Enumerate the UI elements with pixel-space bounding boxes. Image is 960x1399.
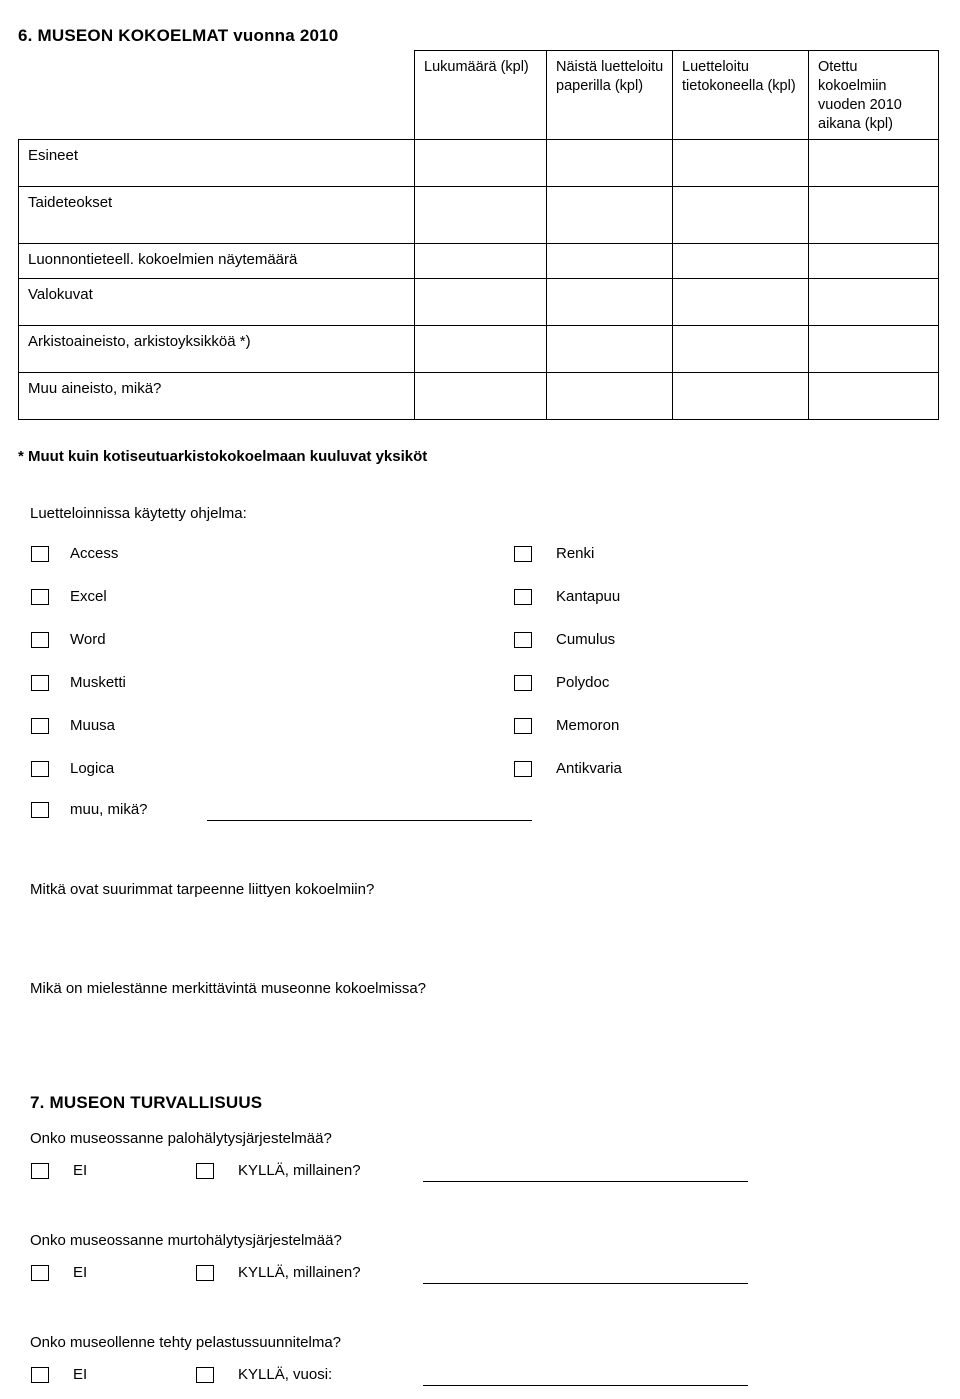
checkbox-access[interactable] — [31, 546, 49, 562]
checkbox-other-program[interactable] — [31, 802, 49, 818]
checkbox-label-logica: Logica — [70, 760, 115, 777]
row-label-arkistoaineisto: Arkistoaineisto, arkistoyksikköä *) — [18, 325, 415, 374]
checkbox-word[interactable] — [31, 632, 49, 648]
cell-taideteokset-lukumaara[interactable] — [414, 186, 547, 245]
checkbox-label-polydoc: Polydoc — [556, 674, 610, 691]
checkbox-fire-alarm-yes[interactable] — [196, 1163, 214, 1179]
rescue-plan-answer-line[interactable] — [423, 1385, 748, 1386]
cell-muu-aineisto-lukumaara[interactable] — [414, 372, 547, 421]
table-row: Esineet — [18, 139, 939, 188]
cell-muu-aineisto-tietokoneella[interactable] — [672, 372, 809, 421]
checkbox-label-word: Word — [70, 631, 106, 648]
cell-luonnontieteelliset-lukumaara[interactable] — [414, 243, 547, 280]
checkbox-polydoc[interactable] — [514, 675, 532, 691]
checkbox-label-fire-alarm-no: EI — [73, 1162, 88, 1179]
row-label-taideteokset: Taideteokset — [18, 186, 415, 245]
collections-table: Lukumäärä (kpl) Näistä luetteloitu paper… — [18, 49, 939, 421]
checkbox-label-burglar-alarm-no: EI — [73, 1264, 88, 1281]
section-6-title: 6. MUSEON KOKOELMAT vuonna 2010 — [18, 26, 339, 45]
checkbox-musketti[interactable] — [31, 675, 49, 691]
table-header-cell-tietokoneella: Luetteloitu tietokoneella (kpl) — [672, 49, 809, 141]
cell-luonnontieteelliset-tietokoneella[interactable] — [672, 243, 809, 280]
table-row: Arkistoaineisto, arkistoyksikköä *) — [18, 325, 939, 374]
question-fire-alarm: Onko museossanne palohälytysjärjestelmää… — [30, 1130, 332, 1147]
question-most-significant: Mikä on mielestänne merkittävintä museon… — [30, 980, 427, 997]
checkbox-label-excel: Excel — [70, 588, 107, 605]
cataloguing-program-question: Luetteloinnissa käytetty ohjelma: — [30, 505, 247, 522]
cell-muu-aineisto-otettu[interactable] — [808, 372, 939, 421]
table-header-cell-blank — [18, 50, 415, 141]
form-page: 6. MUSEON KOKOELMAT vuonna 2010 Lukumäär… — [0, 0, 960, 1399]
checkbox-label-cumulus: Cumulus — [556, 631, 616, 648]
row-label-esineet: Esineet — [18, 139, 415, 188]
table-row: Muu aineisto, mikä? — [18, 372, 939, 421]
checkbox-label-other-program: muu, mikä? — [70, 801, 148, 818]
cell-valokuvat-tietokoneella[interactable] — [672, 278, 809, 327]
checkbox-antikvaria[interactable] — [514, 761, 532, 777]
row-label-muu-aineisto: Muu aineisto, mikä? — [18, 372, 415, 421]
checkbox-label-memoron: Memoron — [556, 717, 620, 734]
table-row: Valokuvat — [18, 278, 939, 327]
checkbox-label-rescue-plan-yes: KYLLÄ, vuosi: — [238, 1366, 333, 1383]
row-label-luonnontieteelliset: Luonnontieteell. kokoelmien näytemäärä — [18, 243, 415, 280]
table-row: Luonnontieteell. kokoelmien näytemäärä — [18, 243, 939, 280]
cell-esineet-otettu[interactable] — [808, 139, 939, 188]
cell-muu-aineisto-paperilla[interactable] — [546, 372, 673, 421]
cell-taideteokset-otettu[interactable] — [808, 186, 939, 245]
other-program-input-line[interactable] — [207, 820, 532, 821]
checkbox-label-burglar-alarm-yes: KYLLÄ, millainen? — [238, 1264, 361, 1281]
checkbox-fire-alarm-no[interactable] — [31, 1163, 49, 1179]
checkbox-kantapuu[interactable] — [514, 589, 532, 605]
footnote-archive-units: * Muut kuin kotiseutuarkistokokoelmaan k… — [18, 448, 428, 465]
cell-arkistoaineisto-paperilla[interactable] — [546, 325, 673, 374]
checkbox-memoron[interactable] — [514, 718, 532, 734]
checkbox-label-rescue-plan-no: EI — [73, 1366, 88, 1383]
checkbox-label-kantapuu: Kantapuu — [556, 588, 621, 605]
cell-valokuvat-otettu[interactable] — [808, 278, 939, 327]
table-header-cell-paperilla: Näistä luetteloitu paperilla (kpl) — [546, 49, 673, 141]
question-burglar-alarm: Onko museossanne murtohälytysjärjestelmä… — [30, 1232, 342, 1249]
cell-valokuvat-lukumaara[interactable] — [414, 278, 547, 327]
fire-alarm-answer-line[interactable] — [423, 1181, 748, 1182]
section-7-title: 7. MUSEON TURVALLISUUS — [30, 1093, 263, 1112]
checkbox-logica[interactable] — [31, 761, 49, 777]
cell-valokuvat-paperilla[interactable] — [546, 278, 673, 327]
checkbox-excel[interactable] — [31, 589, 49, 605]
checkbox-burglar-alarm-yes[interactable] — [196, 1265, 214, 1281]
checkbox-label-fire-alarm-yes: KYLLÄ, millainen? — [238, 1162, 361, 1179]
checkbox-label-antikvaria: Antikvaria — [556, 760, 622, 777]
checkbox-label-musketti: Musketti — [70, 674, 126, 691]
burglar-alarm-answer-line[interactable] — [423, 1283, 748, 1284]
checkbox-rescue-plan-yes[interactable] — [196, 1367, 214, 1383]
table-header-cell-lukumaara: Lukumäärä (kpl) — [414, 49, 547, 141]
cell-luonnontieteelliset-otettu[interactable] — [808, 243, 939, 280]
cell-esineet-paperilla[interactable] — [546, 139, 673, 188]
cell-esineet-tietokoneella[interactable] — [672, 139, 809, 188]
checkbox-label-renki: Renki — [556, 545, 595, 562]
checkbox-muusa[interactable] — [31, 718, 49, 734]
checkbox-label-muusa: Muusa — [70, 717, 116, 734]
table-row: Taideteokset — [18, 186, 939, 245]
cell-esineet-lukumaara[interactable] — [414, 139, 547, 188]
cell-taideteokset-tietokoneella[interactable] — [672, 186, 809, 245]
cell-arkistoaineisto-tietokoneella[interactable] — [672, 325, 809, 374]
cell-arkistoaineisto-lukumaara[interactable] — [414, 325, 547, 374]
cell-taideteokset-paperilla[interactable] — [546, 186, 673, 245]
checkbox-label-access: Access — [70, 545, 119, 562]
cell-luonnontieteelliset-paperilla[interactable] — [546, 243, 673, 280]
table-header-cell-otettu: Otettu kokoelmiin vuoden 2010 aikana (kp… — [808, 49, 939, 141]
question-collection-needs: Mitkä ovat suurimmat tarpeenne liittyen … — [30, 881, 375, 898]
table-header-row: Lukumäärä (kpl) Näistä luetteloitu paper… — [18, 49, 939, 141]
checkbox-renki[interactable] — [514, 546, 532, 562]
checkbox-burglar-alarm-no[interactable] — [31, 1265, 49, 1281]
checkbox-cumulus[interactable] — [514, 632, 532, 648]
checkbox-rescue-plan-no[interactable] — [31, 1367, 49, 1383]
cell-arkistoaineisto-otettu[interactable] — [808, 325, 939, 374]
row-label-valokuvat: Valokuvat — [18, 278, 415, 327]
question-rescue-plan: Onko museollenne tehty pelastussuunnitel… — [30, 1334, 342, 1351]
